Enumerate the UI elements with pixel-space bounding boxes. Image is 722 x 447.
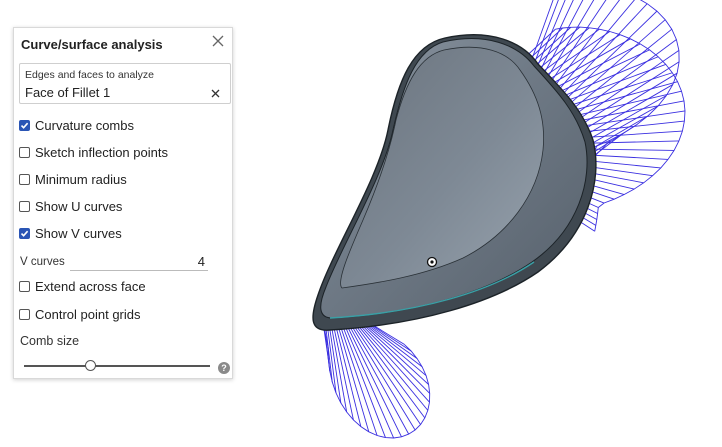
control-point-grids-checkbox[interactable] [19,308,30,320]
show-v-curves-option[interactable]: Show V curves [19,224,122,242]
panel-title: Curve/surface analysis [21,37,163,52]
minimum-radius-checkbox[interactable] [19,173,30,185]
extend-across-face-checkbox[interactable] [19,280,30,292]
comb-size-label: Comb size [20,334,80,348]
curvature-combs-label: Curvature combs [35,117,134,133]
show-u-curves-checkbox[interactable] [19,200,30,212]
control-point-grids-option[interactable]: Control point grids [19,305,141,323]
show-v-curves-checkbox[interactable] [19,227,30,239]
v-curves-value: 4 [197,254,205,269]
show-v-curves-label: Show V curves [35,225,122,241]
sketch-inflection-points-option[interactable]: Sketch inflection points [19,143,168,161]
curve-surface-analysis-panel: Curve/surface analysis Edges and faces t… [13,27,233,379]
show-u-curves-label: Show U curves [35,198,123,214]
part-body [312,34,597,331]
show-u-curves-option[interactable]: Show U curves [19,197,122,215]
help-icon[interactable]: ? [218,362,230,374]
sketch-inflection-points-label: Sketch inflection points [35,144,168,160]
sketch-inflection-points-checkbox[interactable] [19,146,30,158]
minimum-radius-label: Minimum radius [35,171,127,187]
comb-size-slider[interactable] [24,359,210,373]
slider-thumb[interactable] [85,360,96,371]
slider-track[interactable] [24,365,210,367]
minimum-radius-option[interactable]: Minimum radius [19,170,127,188]
selection-field-label: Edges and faces to analyze [25,69,155,81]
curvature-combs-checkbox[interactable] [19,119,30,131]
checkmark-icon [20,122,29,129]
v-curves-label: V curves [20,256,65,268]
curvature-combs-option[interactable]: Curvature combs [19,116,134,134]
clear-icon[interactable] [209,87,221,99]
v-curves-input[interactable]: 4 [70,253,208,271]
v-curves-row: V curves 4 [20,253,210,273]
graphics-viewport[interactable] [238,0,722,447]
selection-field-value: Face of Fillet 1 [25,85,111,100]
close-icon[interactable] [210,33,226,49]
control-point-grids-label: Control point grids [35,306,141,322]
edges-faces-selection-field[interactable]: Edges and faces to analyze Face of Fille… [19,63,231,104]
extend-across-face-label: Extend across face [35,278,146,294]
checkmark-icon [20,230,29,237]
extend-across-face-option[interactable]: Extend across face [19,277,146,295]
